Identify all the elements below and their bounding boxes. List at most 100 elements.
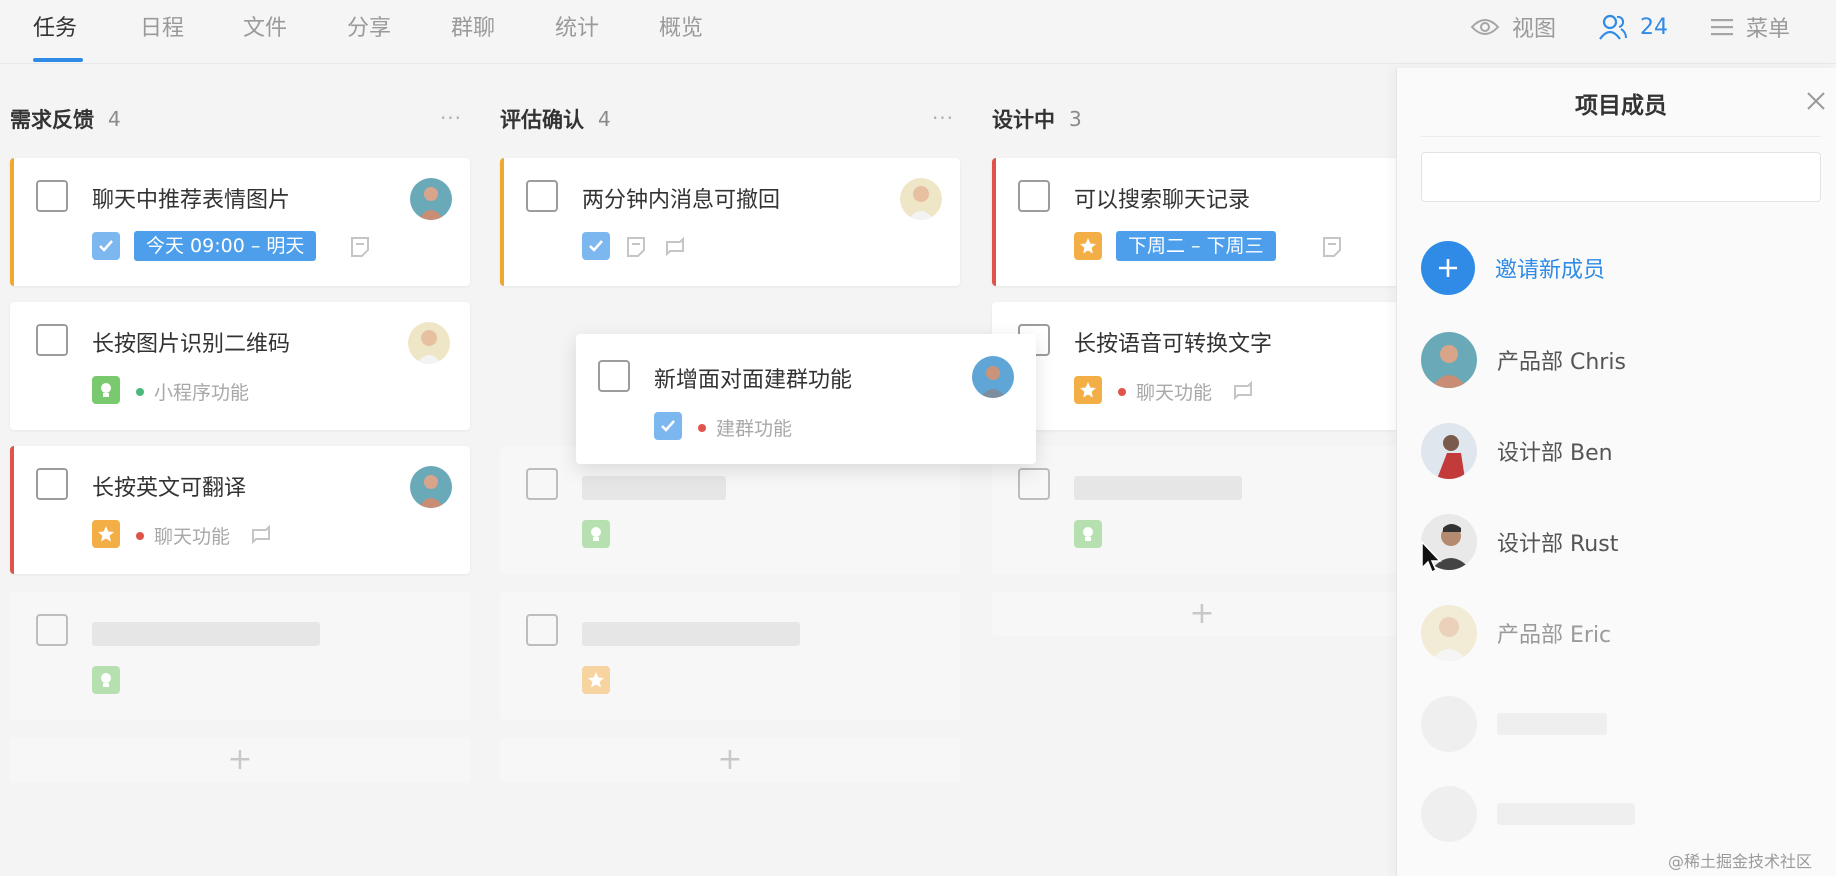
- task-card[interactable]: 可以搜索聊天记录 下周二 – 下周三: [992, 158, 1412, 286]
- divider: [1421, 136, 1821, 137]
- note-icon: [627, 237, 645, 257]
- tag-dot: [698, 424, 706, 432]
- member-skeleton-name: [1497, 803, 1635, 825]
- column-title: 设计中: [992, 108, 1055, 132]
- task-title: 可以搜索聊天记录: [1074, 188, 1251, 213]
- title-skeleton: [582, 476, 726, 500]
- tab-files[interactable]: 文件: [243, 10, 287, 41]
- plus-icon: [1421, 241, 1475, 295]
- add-task-button[interactable]: +: [500, 738, 960, 782]
- tag-label: 聊天功能: [154, 526, 231, 548]
- active-tab-indicator: [33, 58, 83, 62]
- task-card[interactable]: 长按语音可转换文字 聊天功能: [992, 302, 1412, 430]
- task-title: 聊天中推荐表情图片: [92, 188, 291, 213]
- add-task-button[interactable]: +: [992, 592, 1412, 636]
- add-task-button[interactable]: +: [10, 738, 470, 782]
- bulb-icon: [92, 666, 120, 694]
- member-avatar: [1421, 605, 1477, 661]
- date-badge: 下周二 – 下周三: [1116, 231, 1276, 261]
- task-checkbox[interactable]: [598, 360, 630, 392]
- members-icon: [1599, 14, 1627, 40]
- task-card[interactable]: 聊天中推荐表情图片 今天 09:00 – 明天: [10, 158, 470, 286]
- task-title: 长按语音可转换文字: [1074, 332, 1273, 357]
- tab-share[interactable]: 分享: [347, 10, 391, 41]
- assignee-avatar[interactable]: [408, 322, 450, 364]
- member-item[interactable]: 产品部 Eric: [1421, 604, 1801, 662]
- repeat-icon: [1234, 380, 1252, 401]
- date-badge: 今天 09:00 – 明天: [134, 231, 317, 261]
- column-more-button[interactable]: ···: [928, 106, 958, 130]
- star-icon: [1074, 232, 1102, 260]
- task-checkbox[interactable]: [36, 324, 68, 356]
- tag-label: 聊天功能: [1136, 382, 1213, 404]
- title-skeleton: [1074, 476, 1242, 500]
- top-nav: 任务 日程 文件 分享 群聊 统计 概览 视图 24 菜单: [0, 0, 1836, 64]
- members-count: 24: [1640, 14, 1668, 40]
- invite-member-button[interactable]: 邀请新成员: [1421, 240, 1721, 296]
- task-checkbox[interactable]: [526, 180, 558, 212]
- tag-label: 小程序功能: [154, 382, 250, 404]
- tab-tasks[interactable]: 任务: [33, 10, 77, 41]
- star-icon: [92, 520, 120, 548]
- column-count: 3: [1069, 107, 1082, 131]
- task-card-placeholder: [500, 446, 960, 574]
- assignee-avatar[interactable]: [900, 178, 942, 220]
- assignee-avatar[interactable]: [410, 178, 452, 220]
- repeat-icon: [666, 236, 684, 257]
- check-icon: [582, 232, 610, 260]
- bulb-icon: [92, 376, 120, 404]
- check-icon: [654, 412, 682, 440]
- tab-overview[interactable]: 概览: [659, 10, 703, 41]
- note-icon: [351, 237, 369, 257]
- title-skeleton: [92, 622, 320, 646]
- assignee-avatar[interactable]: [410, 466, 452, 508]
- view-label: 视图: [1512, 17, 1557, 42]
- bulb-icon: [582, 520, 610, 548]
- column-more-button[interactable]: ···: [436, 106, 466, 130]
- task-card[interactable]: 长按英文可翻译 聊天功能: [10, 446, 470, 574]
- close-icon[interactable]: [1803, 88, 1829, 114]
- tab-statistics[interactable]: 统计: [555, 10, 599, 41]
- star-icon: [582, 666, 610, 694]
- member-skeleton-avatar: [1421, 696, 1477, 752]
- invite-label: 邀请新成员: [1495, 258, 1606, 283]
- menu-label: 菜单: [1746, 17, 1791, 42]
- check-icon: [92, 232, 120, 260]
- task-card-placeholder: [992, 446, 1412, 574]
- task-checkbox: [36, 614, 68, 646]
- members-button[interactable]: 24: [1598, 10, 1668, 44]
- task-title: 长按图片识别二维码: [92, 332, 291, 357]
- member-avatar: [1421, 423, 1477, 479]
- task-title: 长按英文可翻译: [92, 476, 247, 501]
- member-skeleton-avatar: [1421, 786, 1477, 842]
- bulb-icon: [1074, 520, 1102, 548]
- tag-dot: [136, 532, 144, 540]
- member-item[interactable]: 设计部 Rust: [1421, 513, 1801, 571]
- mouse-cursor-icon: [1421, 540, 1442, 574]
- dragging-task-card[interactable]: 新增面对面建群功能 建群功能: [576, 334, 1036, 464]
- assignee-avatar[interactable]: [972, 356, 1014, 398]
- member-avatar: [1421, 332, 1477, 388]
- member-item[interactable]: 设计部 Ben: [1421, 422, 1801, 480]
- member-skeleton-name: [1497, 713, 1607, 735]
- tab-schedule[interactable]: 日程: [140, 10, 184, 41]
- task-checkbox[interactable]: [36, 468, 68, 500]
- member-name: 产品部 Eric: [1497, 623, 1612, 648]
- repeat-icon: [252, 524, 270, 545]
- members-panel: 项目成员 邀请新成员 产品部 Chris 设计部 Ben 设计部 Rust 产品…: [1396, 68, 1836, 876]
- menu-button[interactable]: 菜单: [1710, 10, 1790, 44]
- member-search-input[interactable]: [1421, 152, 1821, 202]
- eye-icon: [1470, 19, 1500, 35]
- note-icon: [1323, 237, 1341, 257]
- task-checkbox: [526, 468, 558, 500]
- member-name: 产品部 Chris: [1497, 350, 1626, 375]
- view-button[interactable]: 视图: [1470, 10, 1556, 44]
- member-item[interactable]: 产品部 Chris: [1421, 331, 1801, 389]
- task-checkbox[interactable]: [1018, 180, 1050, 212]
- tab-group-chat[interactable]: 群聊: [451, 10, 495, 41]
- task-card[interactable]: 长按图片识别二维码 小程序功能: [10, 302, 470, 430]
- task-card[interactable]: 两分钟内消息可撤回: [500, 158, 960, 286]
- member-name: 设计部 Ben: [1497, 441, 1613, 466]
- task-checkbox[interactable]: [36, 180, 68, 212]
- star-icon: [1074, 376, 1102, 404]
